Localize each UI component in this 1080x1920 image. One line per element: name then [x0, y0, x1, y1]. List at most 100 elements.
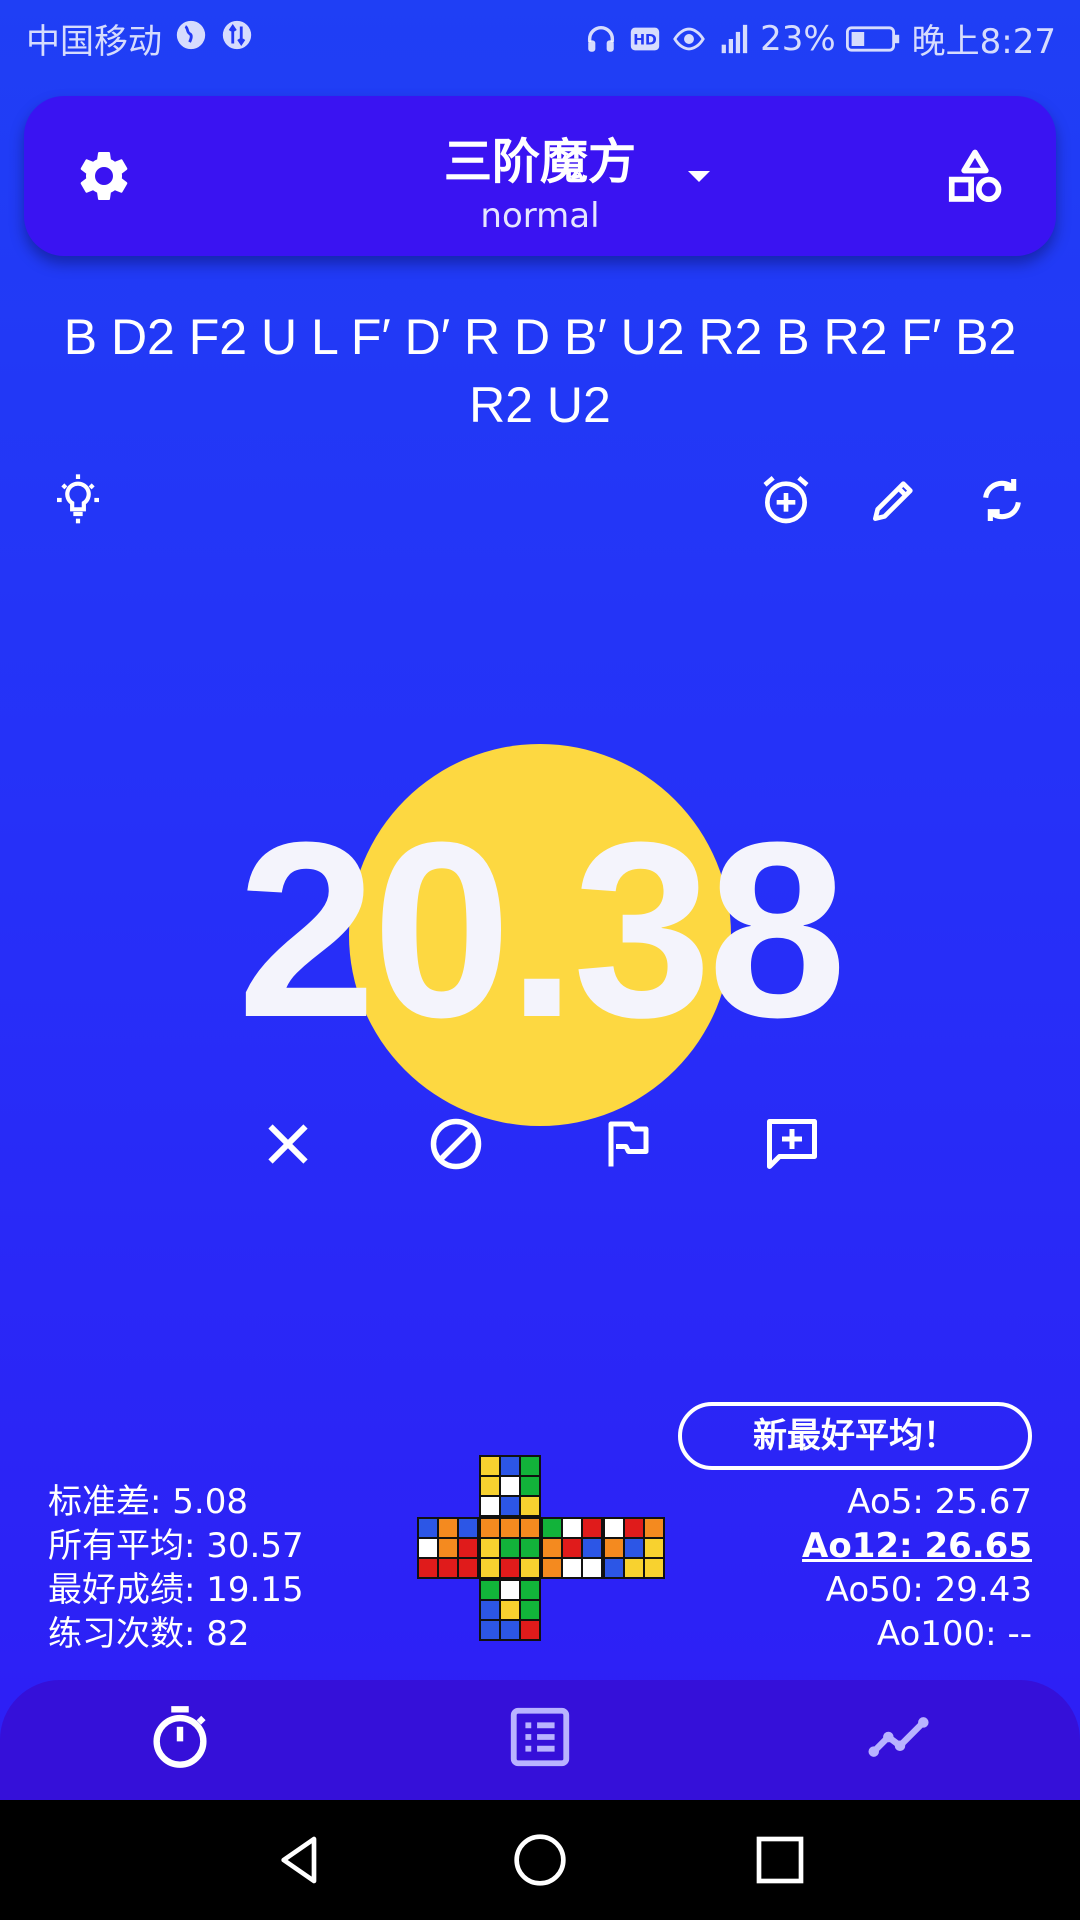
cube-sticker	[604, 1518, 624, 1538]
cube-sticker	[500, 1620, 520, 1640]
trend-icon[interactable]	[865, 1702, 935, 1772]
cube-sticker	[480, 1580, 500, 1600]
cube-sticker	[520, 1538, 540, 1558]
list-icon[interactable]	[505, 1702, 575, 1772]
new-best-average-badge: 新最好平均！	[678, 1402, 1032, 1470]
ao5-stat[interactable]: Ao5: 25.67	[802, 1480, 1032, 1524]
recents-icon[interactable]	[752, 1832, 808, 1888]
cube-sticker	[624, 1518, 644, 1538]
cube-face-front	[479, 1517, 541, 1579]
cube-sticker	[520, 1600, 540, 1620]
cube-sticker	[500, 1558, 520, 1578]
ao12-stat[interactable]: Ao12: 26.65	[802, 1524, 1032, 1568]
cube-face-down	[479, 1579, 541, 1641]
comment-add-icon[interactable]	[762, 1114, 822, 1174]
best-time-stat: 最好成绩: 19.15	[48, 1570, 304, 1610]
cube-sticker	[480, 1518, 500, 1538]
puzzle-title[interactable]: 三阶魔方	[24, 122, 1056, 192]
back-icon[interactable]	[272, 1832, 328, 1888]
cube-sticker	[438, 1518, 458, 1538]
cube-sticker	[418, 1558, 438, 1578]
cube-sticker	[562, 1558, 582, 1578]
headphones-icon	[588, 25, 615, 52]
svg-text:HD: HD	[633, 32, 657, 48]
cube-sticker	[500, 1476, 520, 1496]
caret-down-icon[interactable]	[688, 171, 710, 182]
hd-icon: HD	[630, 27, 660, 50]
cube-sticker	[520, 1518, 540, 1538]
status-bar: 中国移动 HD 23% 晚上8:27	[0, 0, 1080, 72]
cube-face-left	[417, 1517, 479, 1579]
category-label[interactable]: normal	[24, 196, 1056, 236]
cube-sticker	[438, 1538, 458, 1558]
cube-sticker	[520, 1476, 540, 1496]
cube-sticker	[480, 1496, 500, 1516]
cube-sticker	[520, 1580, 540, 1600]
cube-face-right	[541, 1517, 603, 1579]
cube-sticker	[582, 1518, 602, 1538]
ao100-stat[interactable]: Ao100: --	[802, 1612, 1032, 1656]
alarm-add-icon[interactable]	[758, 472, 814, 528]
cube-sticker	[542, 1558, 562, 1578]
cube-sticker	[644, 1558, 664, 1578]
cube-sticker	[480, 1558, 500, 1578]
data-sync-icon	[222, 20, 252, 50]
cube-sticker	[500, 1496, 520, 1516]
cube-sticker	[418, 1538, 438, 1558]
refresh-icon[interactable]	[974, 472, 1030, 528]
cube-sticker	[418, 1518, 438, 1538]
clock: 晚上8:27	[911, 22, 1056, 62]
flag-icon[interactable]	[596, 1114, 656, 1174]
cube-sticker	[582, 1558, 602, 1578]
signal-icon	[721, 24, 748, 53]
cube-sticker	[480, 1456, 500, 1476]
block-icon[interactable]	[426, 1114, 486, 1174]
cube-sticker	[582, 1538, 602, 1558]
cube-sticker	[542, 1538, 562, 1558]
home-icon[interactable]	[512, 1832, 568, 1888]
header-card: 三阶魔方 normal	[24, 96, 1056, 256]
cube-sticker	[624, 1558, 644, 1578]
cube-face-back	[603, 1517, 665, 1579]
cube-sticker	[562, 1518, 582, 1538]
overall-average-stat: 所有平均: 30.57	[48, 1526, 304, 1566]
cube-sticker	[480, 1538, 500, 1558]
cube-sticker	[520, 1558, 540, 1578]
cube-sticker	[604, 1538, 624, 1558]
timer-display[interactable]: 20.38	[0, 805, 1080, 1055]
globe-icon	[176, 20, 206, 50]
cube-sticker	[500, 1600, 520, 1620]
cube-sticker	[542, 1518, 562, 1538]
scramble-cube-net[interactable]	[417, 1455, 665, 1641]
cube-sticker	[500, 1456, 520, 1476]
cube-sticker	[520, 1620, 540, 1640]
stats-right: Ao5: 25.67 Ao12: 26.65 Ao50: 29.43 Ao100…	[802, 1480, 1032, 1656]
cube-sticker	[480, 1620, 500, 1640]
carrier-label: 中国移动	[26, 22, 162, 62]
cube-sticker	[458, 1538, 478, 1558]
cube-face-up	[479, 1455, 541, 1517]
cube-sticker	[500, 1538, 520, 1558]
cube-sticker	[500, 1580, 520, 1600]
solve-count-stat: 练习次数: 82	[48, 1614, 250, 1654]
pencil-icon[interactable]	[866, 472, 922, 528]
eye-icon	[673, 27, 705, 50]
ao50-stat[interactable]: Ao50: 29.43	[802, 1568, 1032, 1612]
cube-sticker	[500, 1518, 520, 1538]
stopwatch-icon[interactable]	[145, 1702, 215, 1772]
cube-sticker	[604, 1558, 624, 1578]
cube-sticker	[624, 1538, 644, 1558]
close-icon[interactable]	[258, 1114, 318, 1174]
cube-sticker	[438, 1558, 458, 1578]
cube-sticker	[520, 1496, 540, 1516]
std-dev-stat: 标准差: 5.08	[48, 1482, 248, 1522]
bottom-navigation	[0, 1680, 1080, 1800]
cube-sticker	[644, 1518, 664, 1538]
battery-icon	[845, 25, 899, 52]
cube-sticker	[458, 1518, 478, 1538]
scramble-text[interactable]: B D2 F2 U L F′ D′ R D B′ U2 R2 B R2 F′ B…	[60, 303, 1020, 439]
shapes-icon[interactable]	[944, 146, 1006, 208]
system-navigation-bar	[0, 1800, 1080, 1920]
lightbulb-icon[interactable]	[50, 472, 106, 528]
cube-sticker	[520, 1456, 540, 1476]
